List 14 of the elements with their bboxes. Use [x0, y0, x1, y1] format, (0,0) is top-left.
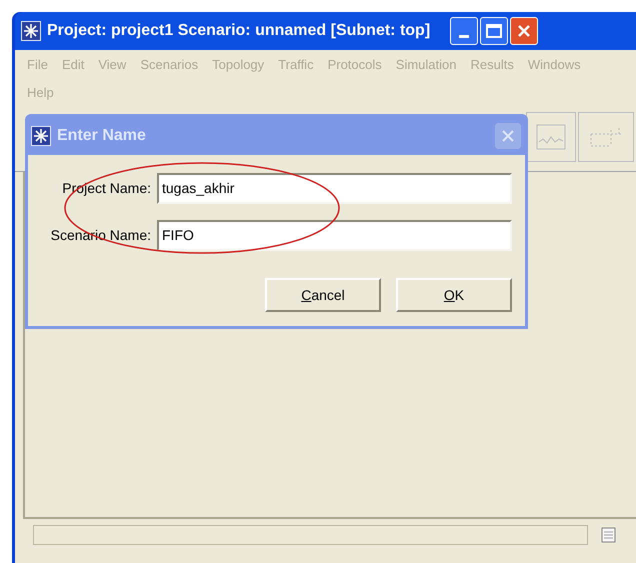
window-title: Project: project1 Scenario: unnamed [Subnet: top] [47, 21, 430, 41]
chart-icon [536, 124, 566, 150]
close-button[interactable] [510, 17, 538, 45]
input-field[interactable]: tugas_akhir [157, 172, 512, 204]
minimize-button[interactable] [450, 17, 478, 45]
dialog-button[interactable]: OK [396, 278, 512, 312]
dialog-button[interactable]: Cancel [265, 278, 381, 312]
maximize-button[interactable] [480, 17, 508, 45]
diagram-icon [589, 126, 623, 148]
input-field[interactable]: FIFO [157, 220, 512, 250]
document-icon [600, 526, 618, 544]
close-icon [501, 129, 515, 143]
dialog-title: Enter Name [57, 126, 146, 146]
close-icon [517, 24, 532, 38]
